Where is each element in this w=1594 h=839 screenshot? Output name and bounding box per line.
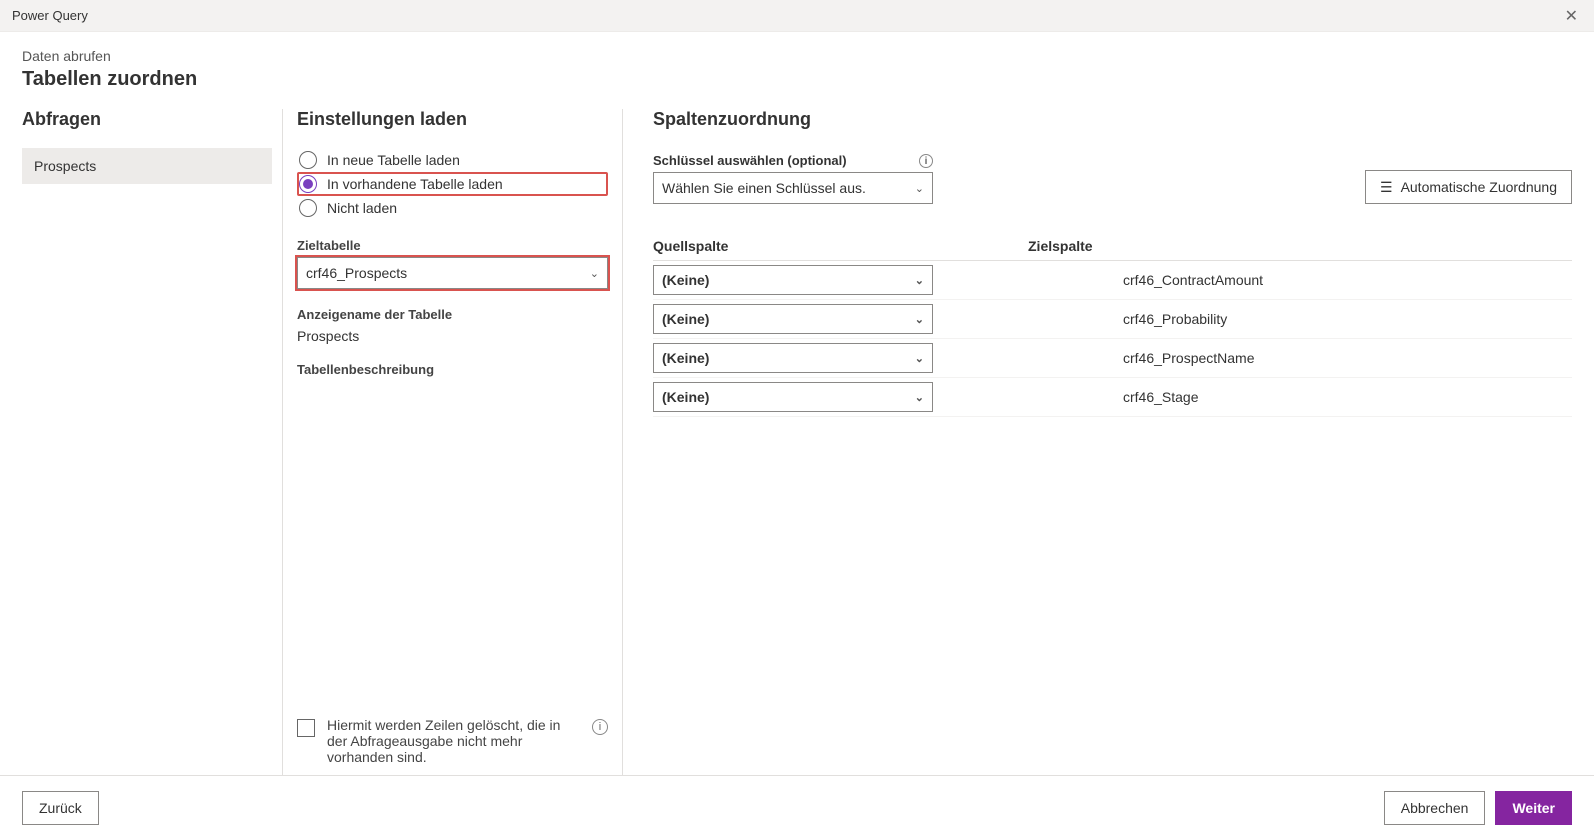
- mapping-panel: Spaltenzuordnung Schlüssel auswählen (op…: [622, 109, 1572, 775]
- delete-rows-checkbox[interactable]: [297, 719, 315, 737]
- page-title: Tabellen zuordnen: [22, 68, 1572, 91]
- key-label-text: Schlüssel auswählen (optional): [653, 153, 847, 168]
- target-table-label: Zieltabelle: [297, 238, 608, 253]
- col-source-header: Quellspalte: [653, 238, 1028, 254]
- table-row: (Keine) ⌄ crf46_Stage: [653, 378, 1572, 417]
- mapping-table: Quellspalte Zielspalte (Keine) ⌄ crf46_C…: [653, 238, 1572, 417]
- chevron-down-icon: ⌄: [590, 267, 599, 280]
- body: Abfragen Prospects Einstellungen laden I…: [0, 99, 1594, 775]
- app-title: Power Query: [12, 8, 88, 23]
- source-dropdown[interactable]: (Keine) ⌄: [653, 265, 933, 295]
- list-icon: ☰: [1380, 179, 1393, 196]
- settings-panel: Einstellungen laden In neue Tabelle lade…: [282, 109, 622, 775]
- mapping-top: Schlüssel auswählen (optional) i Wählen …: [653, 148, 1572, 204]
- page-header: Daten abrufen Tabellen zuordnen: [0, 32, 1594, 99]
- dest-column: crf46_ProspectName: [1028, 350, 1572, 366]
- table-description-label: Tabellenbeschreibung: [297, 362, 608, 377]
- chevron-down-icon: ⌄: [915, 391, 924, 404]
- delete-rows-option: Hiermit werden Zeilen gelöscht, die in d…: [297, 711, 608, 775]
- radio-label: In neue Tabelle laden: [327, 152, 460, 168]
- back-button[interactable]: Zurück: [22, 791, 99, 825]
- query-item-prospects[interactable]: Prospects: [22, 148, 272, 184]
- close-icon[interactable]: ✕: [1561, 6, 1582, 26]
- key-label: Schlüssel auswählen (optional) i: [653, 152, 933, 168]
- mapping-heading: Spaltenzuordnung: [653, 109, 1572, 130]
- radio-icon: [299, 199, 317, 217]
- dropdown-value: crf46_Prospects: [306, 265, 407, 281]
- source-dropdown[interactable]: (Keine) ⌄: [653, 343, 933, 373]
- dropdown-value: (Keine): [662, 272, 709, 288]
- target-table-dropdown[interactable]: crf46_Prospects ⌄: [297, 257, 608, 289]
- breadcrumb: Daten abrufen: [22, 48, 1572, 64]
- key-block: Schlüssel auswählen (optional) i Wählen …: [653, 152, 933, 204]
- radio-load-none[interactable]: Nicht laden: [297, 196, 608, 220]
- dest-column: crf46_Stage: [1028, 389, 1572, 405]
- radio-icon: [299, 151, 317, 169]
- dropdown-value: (Keine): [662, 389, 709, 405]
- col-dest-header: Zielspalte: [1028, 238, 1572, 254]
- table-row: (Keine) ⌄ crf46_ContractAmount: [653, 261, 1572, 300]
- chevron-down-icon: ⌄: [915, 182, 924, 195]
- window: Power Query ✕ Daten abrufen Tabellen zuo…: [0, 0, 1594, 839]
- info-icon[interactable]: i: [592, 719, 608, 735]
- chevron-down-icon: ⌄: [915, 352, 924, 365]
- dropdown-value: (Keine): [662, 350, 709, 366]
- queries-panel: Abfragen Prospects: [22, 109, 282, 775]
- auto-map-button[interactable]: ☰ Automatische Zuordnung: [1365, 170, 1572, 204]
- source-dropdown[interactable]: (Keine) ⌄: [653, 382, 933, 412]
- footer: Zurück Abbrechen Weiter: [0, 775, 1594, 839]
- display-name-value: Prospects: [297, 328, 608, 344]
- titlebar: Power Query ✕: [0, 0, 1594, 32]
- auto-map-label: Automatische Zuordnung: [1401, 179, 1557, 195]
- dropdown-value: (Keine): [662, 311, 709, 327]
- radio-load-existing[interactable]: In vorhandene Tabelle laden: [297, 172, 608, 196]
- display-name-label: Anzeigename der Tabelle: [297, 307, 608, 322]
- radio-icon: [299, 175, 317, 193]
- next-button[interactable]: Weiter: [1495, 791, 1572, 825]
- source-dropdown[interactable]: (Keine) ⌄: [653, 304, 933, 334]
- key-dropdown[interactable]: Wählen Sie einen Schlüssel aus. ⌄: [653, 172, 933, 204]
- queries-heading: Abfragen: [22, 109, 272, 130]
- info-icon[interactable]: i: [919, 154, 933, 168]
- table-row: (Keine) ⌄ crf46_Probability: [653, 300, 1572, 339]
- radio-label: Nicht laden: [327, 200, 397, 216]
- table-row: (Keine) ⌄ crf46_ProspectName: [653, 339, 1572, 378]
- radio-label: In vorhandene Tabelle laden: [327, 176, 503, 192]
- cancel-button[interactable]: Abbrechen: [1384, 791, 1486, 825]
- settings-heading: Einstellungen laden: [297, 109, 608, 130]
- dropdown-placeholder: Wählen Sie einen Schlüssel aus.: [662, 180, 866, 196]
- chevron-down-icon: ⌄: [915, 313, 924, 326]
- dest-column: crf46_Probability: [1028, 311, 1572, 327]
- dest-column: crf46_ContractAmount: [1028, 272, 1572, 288]
- chevron-down-icon: ⌄: [915, 274, 924, 287]
- mapping-table-header: Quellspalte Zielspalte: [653, 238, 1572, 261]
- delete-rows-label: Hiermit werden Zeilen gelöscht, die in d…: [327, 717, 567, 765]
- radio-load-new[interactable]: In neue Tabelle laden: [297, 148, 608, 172]
- query-list: Prospects: [22, 148, 272, 184]
